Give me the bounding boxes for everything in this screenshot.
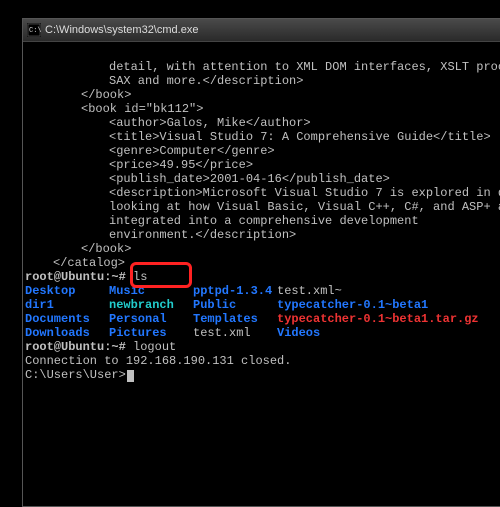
titlebar[interactable]: C:\ C:\Windows\system32\cmd.exe: [23, 19, 500, 42]
xml-line: <genre>Computer</genre>: [25, 144, 500, 158]
ls-item: test.xml: [193, 326, 277, 340]
cmd-icon: C:\: [27, 23, 41, 37]
ls-item: Documents: [25, 312, 109, 326]
xml-line: <title>Visual Studio 7: A Comprehensive …: [25, 130, 500, 144]
prompt-line: root@Ubuntu:~# ls: [25, 270, 500, 284]
xml-line: <book id="bk112">: [25, 102, 500, 116]
xml-line: looking at how Visual Basic, Visual C++,…: [25, 200, 500, 214]
ls-item: newbranch: [109, 298, 193, 312]
connection-closed: Connection to 192.168.190.131 closed.: [25, 354, 500, 368]
win-prompt-line: C:\Users\User>: [25, 368, 500, 382]
ls-item: dir1: [25, 298, 109, 312]
xml-line: environment.</description>: [25, 228, 500, 242]
ls-item: Videos: [277, 326, 500, 340]
xml-line: SAX and more.</description>: [25, 74, 500, 88]
svg-text:C:\: C:\: [29, 27, 41, 35]
ls-item: Music: [109, 284, 193, 298]
ls-item: Templates: [193, 312, 277, 326]
ls-item: Desktop: [25, 284, 109, 298]
terminal-output[interactable]: detail, with attention to XML DOM interf…: [23, 42, 500, 506]
xml-line: <price>49.95</price>: [25, 158, 500, 172]
xml-line: <author>Galos, Mike</author>: [25, 116, 500, 130]
ls-item: Personal: [109, 312, 193, 326]
xml-line: </book>: [25, 242, 500, 256]
xml-line: integrated into a comprehensive developm…: [25, 214, 500, 228]
shell-prompt: root@Ubuntu:~#: [25, 340, 133, 354]
xml-line: </book>: [25, 88, 500, 102]
xml-line: detail, with attention to XML DOM interf…: [25, 60, 500, 74]
win-prompt: C:\Users\User>: [25, 368, 126, 382]
ls-item: pptpd-1.3.4: [193, 284, 277, 298]
cmd-window: C:\ C:\Windows\system32\cmd.exe detail, …: [22, 18, 500, 507]
xml-line: <description>Microsoft Visual Studio 7 i…: [25, 186, 500, 200]
ls-item: test.xml~: [277, 284, 500, 298]
cmd-ls: ls: [133, 270, 147, 284]
prompt-line: root@Ubuntu:~# logout: [25, 340, 500, 354]
ls-item: Public: [193, 298, 277, 312]
ls-output: DesktopMusicpptpd-1.3.4test.xml~ dir1new…: [25, 284, 500, 340]
ls-item: Downloads: [25, 326, 109, 340]
shell-prompt: root@Ubuntu:~#: [25, 270, 133, 284]
ls-item: typecatcher-0.1~beta1: [277, 298, 500, 312]
ls-item: Pictures: [109, 326, 193, 340]
cursor: [127, 370, 134, 382]
titlebar-text: C:\Windows\system32\cmd.exe: [45, 24, 198, 36]
cmd-logout: logout: [133, 340, 176, 354]
xml-line: </catalog>: [25, 256, 500, 270]
ls-item: typecatcher-0.1~beta1.tar.gz: [277, 312, 500, 326]
xml-line: <publish_date>2001-04-16</publish_date>: [25, 172, 500, 186]
